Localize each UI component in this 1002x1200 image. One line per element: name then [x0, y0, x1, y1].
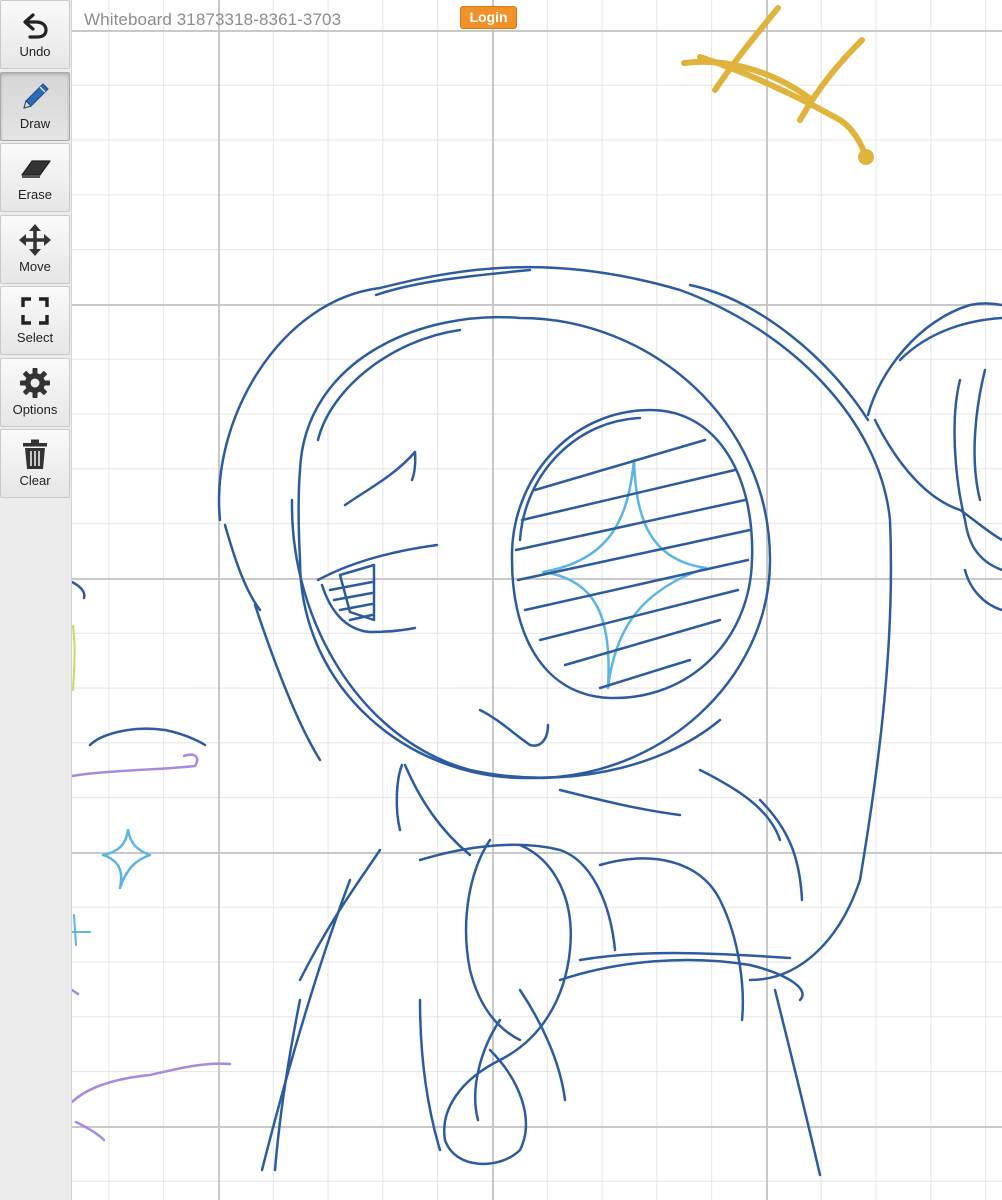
gear-icon	[17, 365, 53, 401]
select-label: Select	[16, 330, 54, 345]
move-button[interactable]: Move	[0, 214, 70, 284]
draw-button[interactable]: Draw	[0, 71, 70, 141]
purple-strokes	[70, 753, 232, 1142]
whiteboard-app: Whiteboard 31873318-8361-3703 Login Undo…	[0, 0, 1002, 1200]
left-toolbar: Undo Draw Erase Move Select Options Clea…	[0, 0, 72, 1200]
lime-strokes	[72, 625, 76, 691]
undo-label: Undo	[19, 44, 51, 59]
move-label: Move	[19, 258, 51, 274]
select-button[interactable]: Select	[0, 286, 70, 355]
gold-scribble	[681, 5, 874, 165]
undo-icon	[17, 7, 53, 43]
small-sparkle	[101, 828, 152, 890]
eraser-icon	[17, 150, 53, 186]
sketch-layer	[70, 5, 1002, 1177]
options-label: Options	[12, 401, 58, 417]
pencil-icon	[17, 79, 53, 115]
character-sketch	[70, 265, 1002, 1177]
erase-button[interactable]: Erase	[0, 143, 70, 212]
undo-button[interactable]: Undo	[0, 0, 70, 69]
options-button[interactable]: Options	[0, 357, 70, 427]
board-title: Whiteboard 31873318-8361-3703	[84, 10, 342, 29]
clear-button[interactable]: Clear	[0, 429, 70, 498]
trash-icon	[17, 436, 53, 472]
login-button[interactable]: Login	[460, 6, 517, 29]
draw-label: Draw	[19, 115, 51, 131]
clear-label: Clear	[19, 473, 51, 488]
erase-label: Erase	[18, 187, 52, 202]
move-arrows-icon	[17, 222, 53, 258]
drawing-canvas[interactable]	[0, 0, 1002, 1200]
select-frame-icon	[17, 293, 53, 329]
